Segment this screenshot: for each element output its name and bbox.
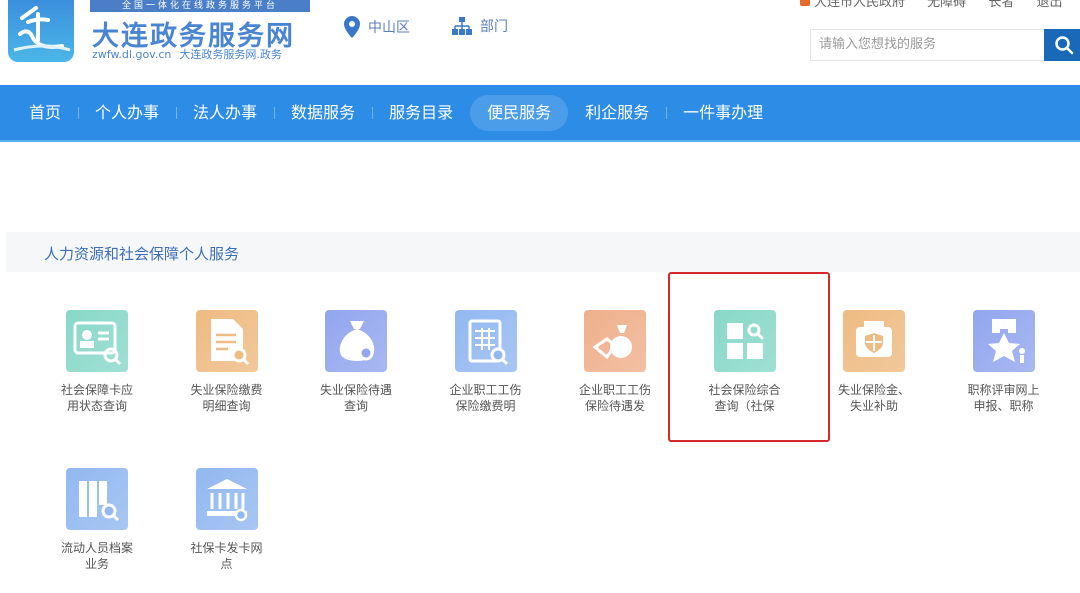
org-chart-icon [452,17,472,35]
service-label: 职称评审网上 申报、职称 [967,383,1040,413]
document-search-icon [210,319,249,366]
service-icon-tile [972,310,1035,372]
service-label: 失业保险缴费 明细查询 [190,383,263,413]
service-label: 失业保险待遇 查询 [319,383,392,413]
service-label: 企业职工工伤 保险缴费明 [449,383,522,413]
nav-item-1[interactable]: 个人办事 [78,95,178,131]
hand-money-icon [592,325,632,360]
service-icon-tile [843,310,905,372]
service-icon-tile [584,310,646,372]
service-item[interactable]: 失业保险金、 失业补助 [814,310,934,414]
service-label: 流动人员档案 业务 [60,541,133,571]
money-bag-icon [339,321,375,361]
nav-item-6[interactable]: 利企服务 [568,95,668,131]
top-link-gov[interactable]: 大连市人民政府 [800,0,905,10]
search-button[interactable] [1044,29,1080,61]
service-item[interactable]: 企业职工工伤 保险待遇发 [555,310,675,414]
service-item[interactable]: 失业保险缴费 明细查询 [167,310,287,414]
archive-search-icon [79,481,120,522]
id-card-search-icon [73,321,122,366]
service-label: 社保卡发卡网点 [190,541,263,571]
bank-icon [206,479,247,522]
nav-item-3[interactable]: 数据服务 [274,95,374,131]
service-item[interactable]: 流动人员档案 业务 [37,468,157,572]
flag-icon [800,0,810,6]
service-item[interactable]: 职称评审网上 申报、职称 [944,310,1064,414]
service-icon-tile [195,468,258,530]
map-pin-icon [344,16,360,38]
service-icon-tile [66,468,128,530]
service-label: 企业职工工伤 保险待遇发 [578,383,651,413]
nav-item-0[interactable]: 首页 [12,95,80,131]
highlight-box [668,272,830,442]
slogan: 全国一体化在线政务服务平台 [90,0,310,12]
service-icon-tile [66,310,128,372]
shield-box-icon [856,321,892,357]
service-item[interactable]: 失业保险待遇 查询 [296,310,416,414]
nav-item-5[interactable]: 便民服务 [470,94,569,131]
service-item[interactable]: 社会保障卡应 用状态查询 [37,310,157,414]
site-logo[interactable] [8,0,74,62]
service-icon-tile [195,310,258,372]
search-input[interactable]: 请输入您想找的服务 [810,29,1044,61]
service-icon-tile [454,310,517,372]
nav-item-7[interactable]: 一件事办理 [666,95,780,131]
clipboard-search-icon [468,319,508,366]
search-icon [1055,36,1074,55]
star-medal-icon [987,319,1025,363]
main-nav: 首页 个人办事 法人办事 数据服务 服务目录 便民服务 利企服务 一件事办理 [0,85,1080,142]
nav-item-2[interactable]: 法人办事 [176,95,276,131]
location-selector[interactable]: 中山区 [344,16,410,38]
site-url: zwfw.dl.gov.cn 大连政务服务网.政务 [92,48,282,61]
service-label: 社会保障卡应 用状态查询 [60,383,133,413]
service-item[interactable]: 社保卡发卡网点 [167,468,287,572]
section-title: 人力资源和社会保障个人服务 [44,245,240,263]
top-links: 大连市人民政府 无障碍 长者 退出 [800,0,1080,10]
top-link-elderly[interactable]: 长者 [988,0,1014,10]
nav-item-4[interactable]: 服务目录 [372,95,470,131]
top-link-logout[interactable]: 退出 [1036,0,1062,10]
service-label: 失业保险金、 失业补助 [837,383,910,413]
department-selector[interactable]: 部门 [452,16,508,36]
top-link-accessibility[interactable]: 无障碍 [927,0,966,10]
service-item[interactable]: 企业职工工伤 保险缴费明 [426,310,546,414]
service-icon-tile [325,310,387,372]
section-header: 人力资源和社会保障个人服务 [6,232,1080,272]
